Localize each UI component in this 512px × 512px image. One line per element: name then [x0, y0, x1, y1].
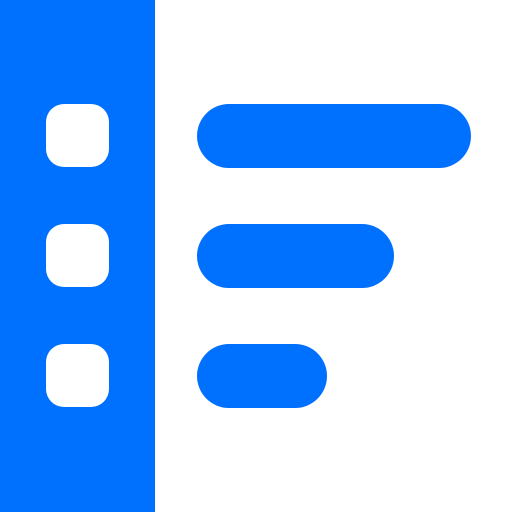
list-line-row-1 — [197, 104, 471, 168]
bullet-icon-row-2 — [46, 224, 109, 287]
bullet-icon-row-1 — [46, 104, 109, 167]
bullet-icon-row-3 — [46, 344, 109, 407]
list-line-row-2 — [197, 224, 394, 288]
list-line-row-3 — [197, 344, 327, 408]
list-layout-icon — [0, 0, 512, 512]
